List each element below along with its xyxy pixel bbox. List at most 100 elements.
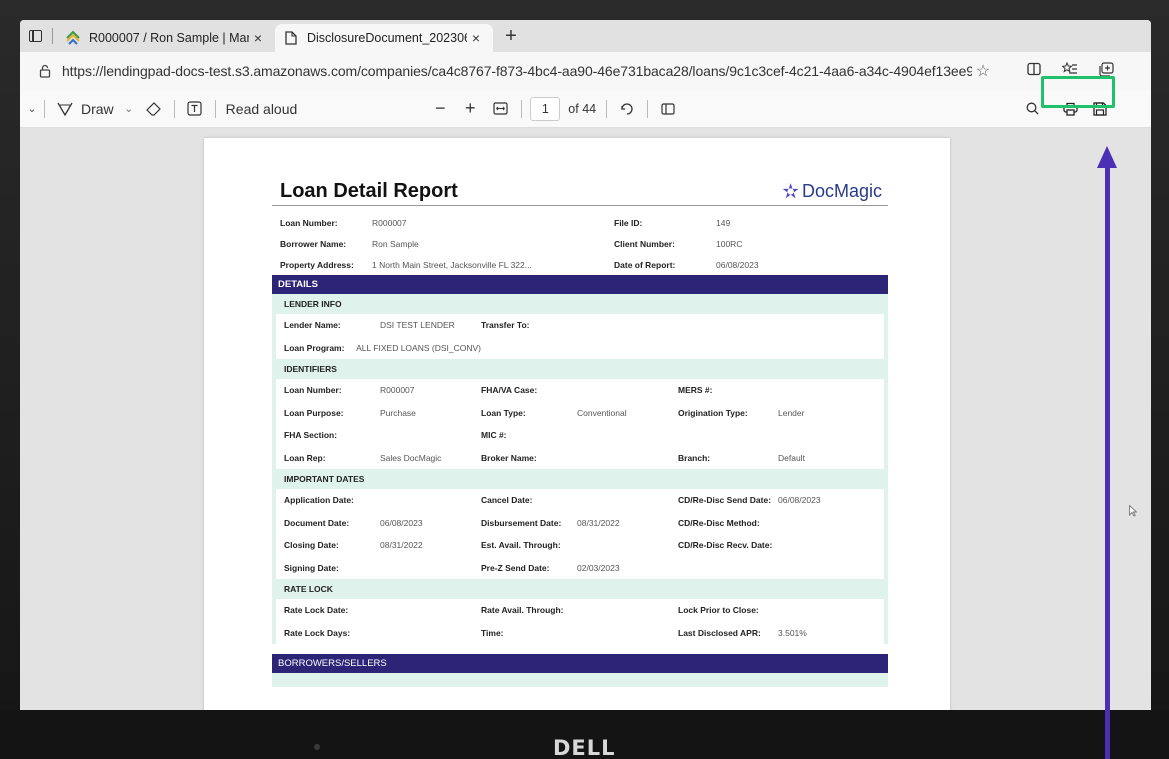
zoom-out-button[interactable]: − [425,94,455,124]
field-label: Lender Name: [284,320,341,331]
favorite-star-icon[interactable]: ☆ [972,61,994,81]
identifiers-header: IDENTIFIERS [276,359,884,379]
field-label: Last Disclosed APR: [678,627,761,638]
zoom-in-button[interactable]: + [455,94,485,124]
rate-lock-grid: Rate Lock Date: Rate Avail. Through: Lock … [276,599,884,644]
field-cell: Loan Purpose: Purchase [284,408,481,418]
sidebar-toggle-icon [28,30,42,42]
address-bar[interactable]: https://lendingpad-docs-test.s3.amazonaw… [30,57,1002,85]
table-row: Loan Number: R000007 FHA/VA Case: MERS #: [276,379,884,402]
field-cell: Rate Avail. Through: [481,605,678,615]
field-cell: Transfer To: [481,320,678,330]
field-label: MIC #: [481,430,507,441]
field-label: CD/Re-Disc Method: [678,517,760,528]
rotate-icon[interactable] [617,94,637,124]
rate-lock-header: RATE LOCK [276,579,884,599]
field-cell: Pre-Z Send Date: 02/03/2023 [481,563,678,573]
page-view-icon[interactable] [658,94,678,124]
new-tab-button[interactable]: + [497,25,525,48]
summary-row: Borrower Name: Ron Sample Client Number: 1… [280,233,880,254]
field-label: Est. Avail. Through: [481,540,561,551]
toolbar-divider [44,99,45,118]
toolbar-divider [647,99,649,118]
lender-info-grid: Lender Name: DSI TEST LENDER Transfer To: L… [276,314,884,359]
field-value: 06/08/2023 [716,259,759,270]
summary-row: Property Address: 1 North Main Street, Ja… [280,254,880,275]
field-label: Loan Rep: [284,452,326,463]
draw-options-chevron-icon[interactable]: ⌄ [114,94,144,124]
table-row: Lender Name: DSI TEST LENDER Transfer To: [276,314,884,337]
field-cell: Lock Prior to Close: [678,605,875,615]
webcam-dot [314,744,320,750]
report-title: Loan Detail Report [280,180,458,202]
mouse-cursor-icon [1129,504,1138,517]
field-cell: Branch: Default [678,453,875,463]
tab-divider [52,28,53,44]
field-cell: Lender Name: DSI TEST LENDER [284,320,481,330]
field-value: Default [778,452,805,463]
field-value: 100RC [716,238,743,249]
chevron-down-icon[interactable]: ⌄ [20,94,44,124]
text-box-icon[interactable] [185,94,205,124]
field-cell: FHA Section: [284,430,481,440]
star-logo-icon: ✫ [782,181,799,203]
field-cell: MERS #: [678,385,875,395]
field-label: Lock Prior to Close: [678,605,759,616]
field-cell: Application Date: [284,495,481,505]
draw-pen-icon[interactable] [55,94,75,124]
annotation-arrow [1105,160,1110,759]
page-info-icon[interactable] [38,64,52,78]
field-label: Client Number: [614,238,675,249]
field-label: Loan Number: [280,217,338,228]
field-value: R000007 [372,217,407,228]
field-label: Property Address: [280,259,354,270]
logo-text: DocMagic [801,181,882,201]
field-value: Lender [778,407,805,418]
field-cell: Broker Name: [481,453,678,463]
field-label: Signing Date: [284,562,339,573]
report-summary: Loan Number: R000007 File ID: 149 Borrower… [272,206,888,275]
field-cell: Origination Type: Lender [678,408,875,418]
page-count-label: of 44 [568,101,597,116]
field-cell: CD/Re-Disc Recv. Date: [678,540,875,550]
loan-detail-report: Loan Detail Report ✫ DocMagic Loan Numbe… [272,178,888,687]
document-viewport[interactable]: Loan Detail Report ✫ DocMagic Loan Numbe… [20,128,1151,710]
field-label: Rate Lock Days: [284,627,351,638]
identifiers-grid: Loan Number: R000007 FHA/VA Case: MERS #: Lo… [276,379,884,469]
table-row: Loan Program: ALL FIXED LOANS (DSI_CONV) [276,337,884,360]
browser-window: R000007 / Ron Sample | Manage × Disclosu… [20,20,1151,710]
field-label: MERS #: [678,385,713,396]
fit-to-width-icon[interactable] [485,94,515,124]
field-value: ALL FIXED LOANS (DSI_CONV) [356,342,481,353]
important-dates-header: IMPORTANT DATES [276,469,884,489]
field-cell: Loan Type: Conventional [481,408,678,418]
draw-button[interactable]: Draw [75,94,114,124]
details-section-header: DETAILS [272,275,888,294]
field-label: Broker Name: [481,452,537,463]
tab-lendingpad[interactable]: R000007 / Ron Sample | Manage × [57,24,275,52]
page-number-input[interactable]: 1 [530,96,561,121]
tab-actions-button[interactable] [20,20,50,52]
pdf-page: Loan Detail Report ✫ DocMagic Loan Numbe… [204,138,950,710]
table-row: Signing Date: Pre-Z Send Date: 02/03/2023 [276,557,884,580]
field-label: FHA/VA Case: [481,385,538,396]
field-cell: Cancel Date: [481,495,678,505]
field-label: Loan Number: [284,385,342,396]
tab-close-icon[interactable]: × [467,30,485,46]
field-label: FHA Section: [284,430,338,441]
details-section: LENDER INFO Lender Name: DSI TEST LENDER T… [272,294,888,644]
field-label: Time: [481,627,504,638]
document-icon [283,30,299,46]
table-row: Rate Lock Date: Rate Avail. Through: Lock … [276,599,884,622]
field-label: Rate Lock Date: [284,605,349,616]
field-cell: Loan Rep: Sales DocMagic [284,453,481,463]
read-aloud-button[interactable]: Read aloud [226,94,298,124]
eraser-icon[interactable] [144,94,164,124]
table-row: Application Date: Cancel Date: CD/Re-Disc … [276,489,884,512]
field-label: CD/Re-Disc Send Date: [678,495,772,506]
tab-disclosure-document[interactable]: DisclosureDocument_20230608- × [275,24,493,52]
report-header: Loan Detail Report ✫ DocMagic [272,178,888,206]
docmagic-logo: ✫ DocMagic [782,179,882,204]
field-cell: Loan Number: R000007 [284,385,481,395]
tab-close-icon[interactable]: × [249,30,267,46]
